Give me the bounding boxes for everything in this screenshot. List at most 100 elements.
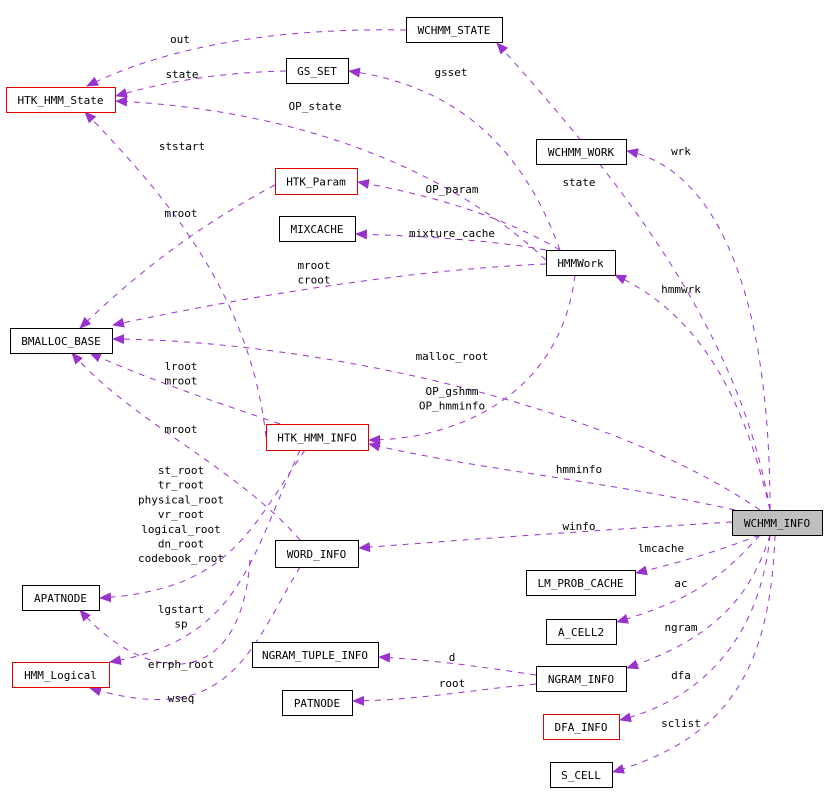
edge-htk_param-to-bmalloc_base: mroot [79,184,276,329]
edge-label: d [449,651,456,664]
edge-label: physical_root [138,493,224,506]
edge-label: dn_root [158,538,204,551]
node-a-cell2[interactable]: A_CELL2 [546,619,617,645]
edge-label: ac [674,577,687,590]
edge-label: lmcache [638,542,684,555]
edge-label: out [170,33,190,46]
node-label: HTK_HMM_INFO [277,432,356,445]
edge-wchmm_info-to-hmmwork: hmmwrk [614,274,771,511]
node-hmm-logical[interactable]: HMM_Logical [12,662,110,688]
edge-line [496,42,771,511]
node-mixcache[interactable]: MIXCACHE [279,216,356,242]
node-label: BMALLOC_BASE [21,335,100,348]
edge-line [626,148,771,511]
edge-label: OP_param [426,183,479,196]
node-label: WORD_INFO [287,548,347,561]
edge-label: root [439,677,466,690]
node-lm-prob-cache[interactable]: LM_PROB_CACHE [526,570,636,596]
node-htk-param[interactable]: HTK_Param [275,168,358,195]
edge-line [89,566,301,700]
node-label: S_CELL [561,769,601,782]
edge-wchmm_info-to-wchmm_work: wrk [626,145,771,511]
edge-wchmm_info-to-lm_prob_cache: lmcache [635,534,761,576]
edge-label: tr_root [158,479,204,492]
edge-label: OP_state [289,100,342,113]
edge-label: OP_hmminfo [419,400,485,413]
edge-label: winfo [562,520,595,533]
node-label: WCHMM_WORK [548,146,615,159]
node-label: GS_SET [297,65,337,78]
edge-wchmm_state-to-htk_hmm_state: out [86,29,407,87]
edge-ngram_info-to-ngram_tuple_info: d [378,651,537,676]
edge-label: malloc_root [416,350,489,363]
node-label: HMMWork [557,257,604,270]
edge-label: ngram [664,621,697,634]
node-apatnode[interactable]: APATNODE [22,585,100,611]
edge-label: errph_root [148,658,214,671]
edge-label: lroot [164,360,197,373]
edge-htk_hmm_info-to-apatnode: st_root tr_rootphysical_root vr_rootlogica… [99,449,306,603]
edge-hmmwork-to-bmalloc_base: mroot croot [112,259,547,328]
edge-label: state [562,176,595,189]
edge-label: logical_root [141,523,220,536]
edge-line [86,29,407,87]
node-ngram-tuple-info[interactable]: NGRAM_TUPLE_INFO [252,642,379,668]
edge-line [614,274,771,511]
edge-label: lgstart [158,603,204,616]
edge-label: hmminfo [556,463,602,476]
node-label: NGRAM_TUPLE_INFO [262,649,368,662]
edge-label: vr_root [158,508,204,521]
node-wchmm-state[interactable]: WCHMM_STATE [406,17,503,43]
edge-line [368,441,736,511]
node-htk-hmm-state[interactable]: HTK_HMM_State [6,87,116,113]
node-ngram-info[interactable]: NGRAM_INFO [536,666,627,692]
edge-label: mroot [164,375,197,388]
node-wchmm-info[interactable]: WCHMM_INFO [732,510,823,536]
node-dfa-info[interactable]: DFA_INFO [543,714,620,740]
edge-label: wseq [168,692,195,705]
edge-line [84,111,267,438]
edge-label: croot [297,274,330,287]
edge-label: mroot [164,423,197,436]
edge-line [112,334,761,511]
edge-label: dfa [671,669,691,682]
edge-label: state [165,68,198,81]
node-patnode[interactable]: PATNODE [282,690,353,716]
edge-line [115,70,287,98]
edge-label: sclist [661,717,701,730]
edge-label: OP_gshmm [426,385,479,398]
node-label: A_CELL2 [558,626,604,639]
edge-label: codebook_root [138,552,224,565]
node-htk-hmm-info[interactable]: HTK_HMM_INFO [266,424,369,451]
node-bmalloc-base[interactable]: BMALLOC_BASE [10,328,113,354]
node-gs-set[interactable]: GS_SET [286,58,349,84]
node-label: NGRAM_INFO [548,673,614,686]
edge-label: sp [174,618,187,631]
edge-wchmm_info-to-htk_hmm_info: hmminfo [368,441,736,511]
edge-line [348,67,561,251]
node-label: HTK_Param [286,176,346,189]
node-label: DFA_INFO [555,721,608,734]
edge-label: mixture_cache [409,227,495,240]
node-label: APATNODE [34,592,87,605]
edge-wchmm_info-to-wchmm_state: state [496,42,771,511]
edge-label: gsset [434,66,467,79]
node-word-info[interactable]: WORD_INFO [275,540,359,568]
node-hmmwork[interactable]: HMMWork [546,250,616,276]
edge-label: st_root [158,464,204,477]
edge-word_info-to-hmm_logical: wseq [89,566,301,705]
node-label: WCHMM_STATE [418,24,491,37]
edge-hmmwork-to-mixcache: mixture_cache [355,227,547,251]
edge-label: mroot [297,259,330,272]
node-label: WCHMM_INFO [744,517,810,530]
node-label: HMM_Logical [24,669,97,682]
nodes-layer: WCHMM_STATE GS_SET HTK_HMM_State WCHMM_WORK… [6,17,823,788]
edge-label: mroot [164,207,197,220]
node-label: HTK_HMM_State [17,94,103,107]
node-wchmm-work[interactable]: WCHMM_WORK [536,139,627,165]
edge-label: hmmwrk [661,283,701,296]
edge-hmmwork-to-gs_set: gsset [348,66,561,251]
edges-layer: out state OP_state gsset ststart state wrk OP_p… [71,29,776,774]
collaboration-diagram: out state OP_state gsset ststart state wrk OP_p… [6,17,823,788]
node-s-cell[interactable]: S_CELL [550,762,613,788]
